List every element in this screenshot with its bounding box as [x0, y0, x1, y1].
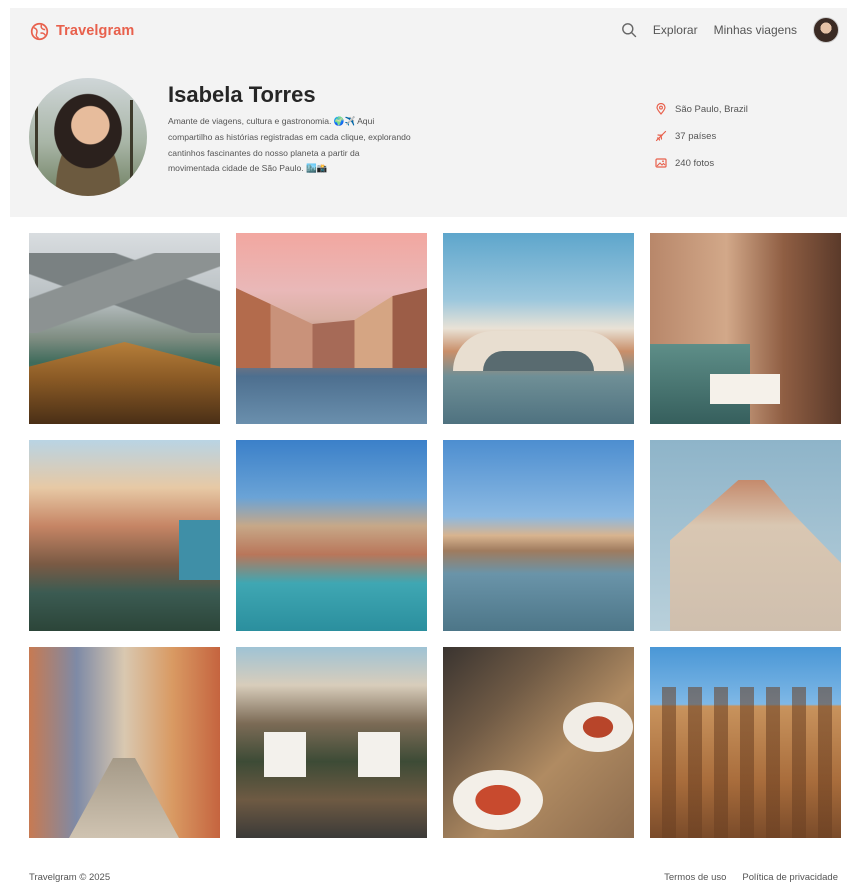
search-icon[interactable] — [621, 22, 637, 38]
photo-dinner-table[interactable] — [443, 647, 634, 838]
photo-ponte-vecchio[interactable] — [443, 440, 634, 631]
brand-name: Travelgram — [56, 23, 135, 39]
photo-vernazza-harbor[interactable] — [236, 440, 427, 631]
stat-photos-label: 240 fotos — [675, 157, 715, 169]
photo-icon — [655, 158, 667, 168]
photo-rialto-bridge[interactable] — [443, 233, 634, 424]
photo-venice-canal-sunset[interactable] — [236, 233, 427, 424]
user-avatar[interactable] — [813, 17, 839, 43]
photo-narrow-street-scooter[interactable] — [29, 647, 220, 838]
stat-location-label: São Paulo, Brazil — [675, 103, 748, 115]
profile-avatar — [29, 78, 147, 196]
photo-mountain-lake-boat[interactable] — [29, 233, 220, 424]
brand[interactable]: Travelgram — [30, 21, 134, 41]
stat-photos: 240 fotos — [655, 156, 748, 170]
footer-link-privacy[interactable]: Política de privacidade — [742, 872, 838, 883]
photo-venice-restaurant[interactable] — [650, 233, 841, 424]
profile-bio: Amante de viagens, cultura e gastronomia… — [168, 116, 411, 174]
nav-link-minhas-viagens[interactable]: Minhas viagens — [714, 23, 797, 37]
globe-icon — [30, 22, 49, 40]
footer-copyright: Travelgram © 2025 — [29, 872, 111, 883]
photo-cinque-terre-cliff[interactable] — [29, 440, 220, 631]
profile-name: Isabela Torres — [168, 82, 316, 107]
footer-link-terms[interactable]: Termos de uso — [664, 872, 726, 883]
top-nav: Explorar Minhas viagens — [621, 16, 839, 44]
airplane-icon — [655, 130, 667, 142]
photo-florence-duomo[interactable] — [650, 440, 841, 631]
profile-stats: São Paulo, Brazil 37 países 240 fotos — [655, 102, 748, 183]
footer-links: Termos de uso Política de privacidade — [664, 872, 838, 883]
location-pin-icon — [656, 103, 666, 115]
profile-header: Travelgram Explorar Minhas viagens Isabe… — [10, 8, 847, 217]
photo-colosseum[interactable] — [650, 647, 841, 838]
photo-cafe-barrels[interactable] — [236, 647, 427, 838]
nav-link-explorar[interactable]: Explorar — [653, 23, 698, 37]
stat-countries: 37 países — [655, 129, 748, 143]
stat-countries-label: 37 países — [675, 130, 717, 142]
stat-location: São Paulo, Brazil — [655, 102, 748, 116]
